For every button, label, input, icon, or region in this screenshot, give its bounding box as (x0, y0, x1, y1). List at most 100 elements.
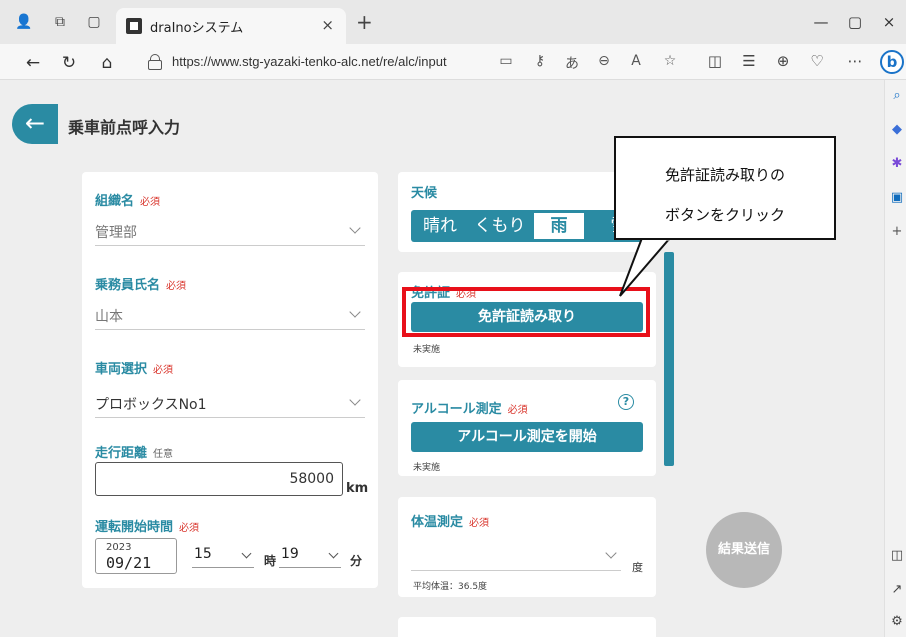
favorite-star-icon[interactable]: ☆ (660, 53, 680, 69)
weather-option-rain[interactable]: 雨 (531, 210, 587, 242)
chevron-down-icon (349, 306, 361, 318)
weather-option-sunny[interactable]: 晴れ (411, 210, 469, 242)
sidebar-search-icon[interactable]: ⌕ (889, 88, 905, 104)
instruction-callout: 免許証読み取りの ボタンをクリック (614, 136, 836, 240)
distance-unit: km (346, 481, 369, 496)
health-icon[interactable]: ♡ (806, 52, 828, 70)
favorites-list-icon[interactable]: ☰ (738, 52, 760, 70)
vehicle-label: 車両選択 必須 (95, 362, 174, 377)
copilot-icon[interactable]: b (880, 50, 904, 74)
temperature-unit: 度 (632, 561, 643, 574)
alcohol-label: アルコール測定 必須 (411, 402, 528, 417)
driver-value: 山本 (95, 309, 123, 325)
sidebar-tag-icon[interactable]: ◆ (889, 122, 905, 138)
temperature-label: 体温測定 必須 (411, 515, 490, 530)
browser-tab-bar: 👤 ⧉ ▢ draInoシステム × + — ▢ × (0, 0, 906, 44)
sidebar-panel-icon[interactable]: ◫ (889, 548, 905, 564)
driver-label: 乗務員氏名 必須 (95, 278, 187, 293)
help-icon[interactable]: ? (618, 394, 634, 410)
alcohol-status: 未実施 (413, 463, 441, 473)
distance-label: 走行距離 任意 (95, 446, 174, 461)
minimize-button[interactable]: — (804, 8, 838, 36)
start-time-label: 運転開始時間 必須 (95, 520, 200, 535)
tab-title: draInoシステム (150, 21, 244, 36)
basic-info-card: 組織名 必須 管理部 乗務員氏名 必須 山本 車両選択 必須 プロボックスNo1 走行… (82, 172, 378, 588)
distance-input[interactable]: 58000 (95, 462, 343, 496)
new-tab-button[interactable]: + (356, 12, 373, 32)
organization-value: 管理部 (95, 225, 137, 241)
camera-icon[interactable]: ▭ (496, 53, 516, 69)
sidebar-tools-icon[interactable]: ✱ (889, 156, 905, 172)
zoom-icon[interactable]: ⊖ (594, 53, 614, 69)
tab-close-icon[interactable]: × (321, 16, 334, 34)
organization-select[interactable]: 管理部 (95, 216, 365, 246)
temperature-card: 体温測定 必須 度 平均体温：36.5度 (398, 497, 656, 597)
collections-icon[interactable]: ⊕ (772, 52, 794, 70)
required-mark: 必須 (179, 523, 200, 534)
sidebar-external-icon[interactable]: ↗ (889, 582, 905, 598)
weather-label: 天候 (411, 186, 438, 201)
home-icon[interactable]: ⌂ (96, 52, 118, 74)
chevron-down-icon (241, 548, 252, 559)
minute-select[interactable]: 19 (279, 546, 341, 568)
alcohol-start-button[interactable]: アルコール測定を開始 (411, 422, 643, 452)
back-nav-icon[interactable]: ← (22, 52, 44, 74)
callout-pointer (619, 238, 672, 297)
url-field[interactable]: https://www.stg-yazaki-tenko-alc.net/re/… (138, 48, 690, 76)
callout-line-2: ボタンをクリック (664, 206, 785, 224)
vehicle-value: プロボックスNo1 (95, 397, 207, 413)
minute-unit: 分 (350, 554, 363, 568)
required-mark: 必須 (166, 281, 187, 292)
tab-actions-icon[interactable]: ▢ (84, 12, 104, 32)
minute-value: 19 (281, 546, 299, 562)
address-bar-row: ← ↻ ⌂ https://www.stg-yazaki-tenko-alc.n… (0, 44, 906, 80)
browser-tab[interactable]: draInoシステム × (116, 8, 346, 44)
page-title: 乗車前点呼入力 (68, 118, 181, 137)
required-mark: 必須 (140, 197, 161, 208)
browser-sidebar: ⌕ ◆ ✱ ▣ + ◫ ↗ ⚙ (884, 80, 906, 637)
temperature-select[interactable] (411, 537, 621, 571)
refresh-icon[interactable]: ↻ (58, 52, 80, 74)
hour-value: 15 (194, 546, 212, 562)
chevron-down-icon (328, 548, 339, 559)
split-screen-icon[interactable]: ◫ (704, 52, 726, 70)
hour-select[interactable]: 15 (192, 546, 254, 568)
temperature-average: 平均体温：36.5度 (413, 582, 488, 592)
more-menu-icon[interactable]: ⋯ (844, 52, 866, 70)
url-text[interactable]: https://www.stg-yazaki-tenko-alc.net/re/… (172, 54, 447, 69)
date-month-day: 09/21 (106, 554, 152, 572)
key-icon[interactable]: ⚷ (530, 53, 550, 69)
chevron-down-icon (605, 547, 617, 559)
profile-icon[interactable]: 👤 (14, 12, 34, 32)
submit-results-button[interactable]: 結果送信 (706, 512, 782, 588)
sidebar-outlook-icon[interactable]: ▣ (889, 190, 905, 206)
next-card (398, 617, 656, 637)
date-picker[interactable]: 2023 09/21 (95, 538, 177, 574)
callout-line-1: 免許証読み取りの (664, 166, 785, 184)
maximize-button[interactable]: ▢ (838, 8, 872, 36)
required-mark: 必須 (507, 405, 528, 416)
required-mark: 必須 (153, 365, 174, 376)
sidebar-add-icon[interactable]: + (889, 224, 905, 240)
date-year: 2023 (106, 542, 132, 553)
driver-select[interactable]: 山本 (95, 300, 365, 330)
license-status: 未実施 (413, 345, 441, 355)
chevron-down-icon (349, 394, 361, 406)
hour-unit: 時 (264, 554, 277, 568)
vehicle-select[interactable]: プロボックスNo1 (95, 388, 365, 418)
lock-icon[interactable] (148, 54, 162, 70)
chevron-down-icon (349, 222, 361, 234)
alcohol-card: アルコール測定 必須 ? アルコール測定を開始 未実施 (398, 380, 656, 476)
translate-icon[interactable]: あ (562, 53, 582, 73)
sidebar-settings-icon[interactable]: ⚙ (889, 614, 905, 630)
page-back-button[interactable]: ← (12, 104, 58, 144)
tab-favicon-icon (126, 18, 142, 34)
distance-value: 58000 (289, 471, 334, 487)
organization-label: 組織名 必須 (95, 194, 161, 209)
weather-option-cloudy[interactable]: くもり (469, 210, 531, 242)
required-mark: 必須 (469, 518, 490, 529)
read-aloud-icon[interactable]: A (626, 53, 646, 69)
optional-mark: 任意 (153, 449, 174, 460)
workspaces-icon[interactable]: ⧉ (50, 12, 70, 32)
close-window-button[interactable]: × (872, 8, 906, 36)
